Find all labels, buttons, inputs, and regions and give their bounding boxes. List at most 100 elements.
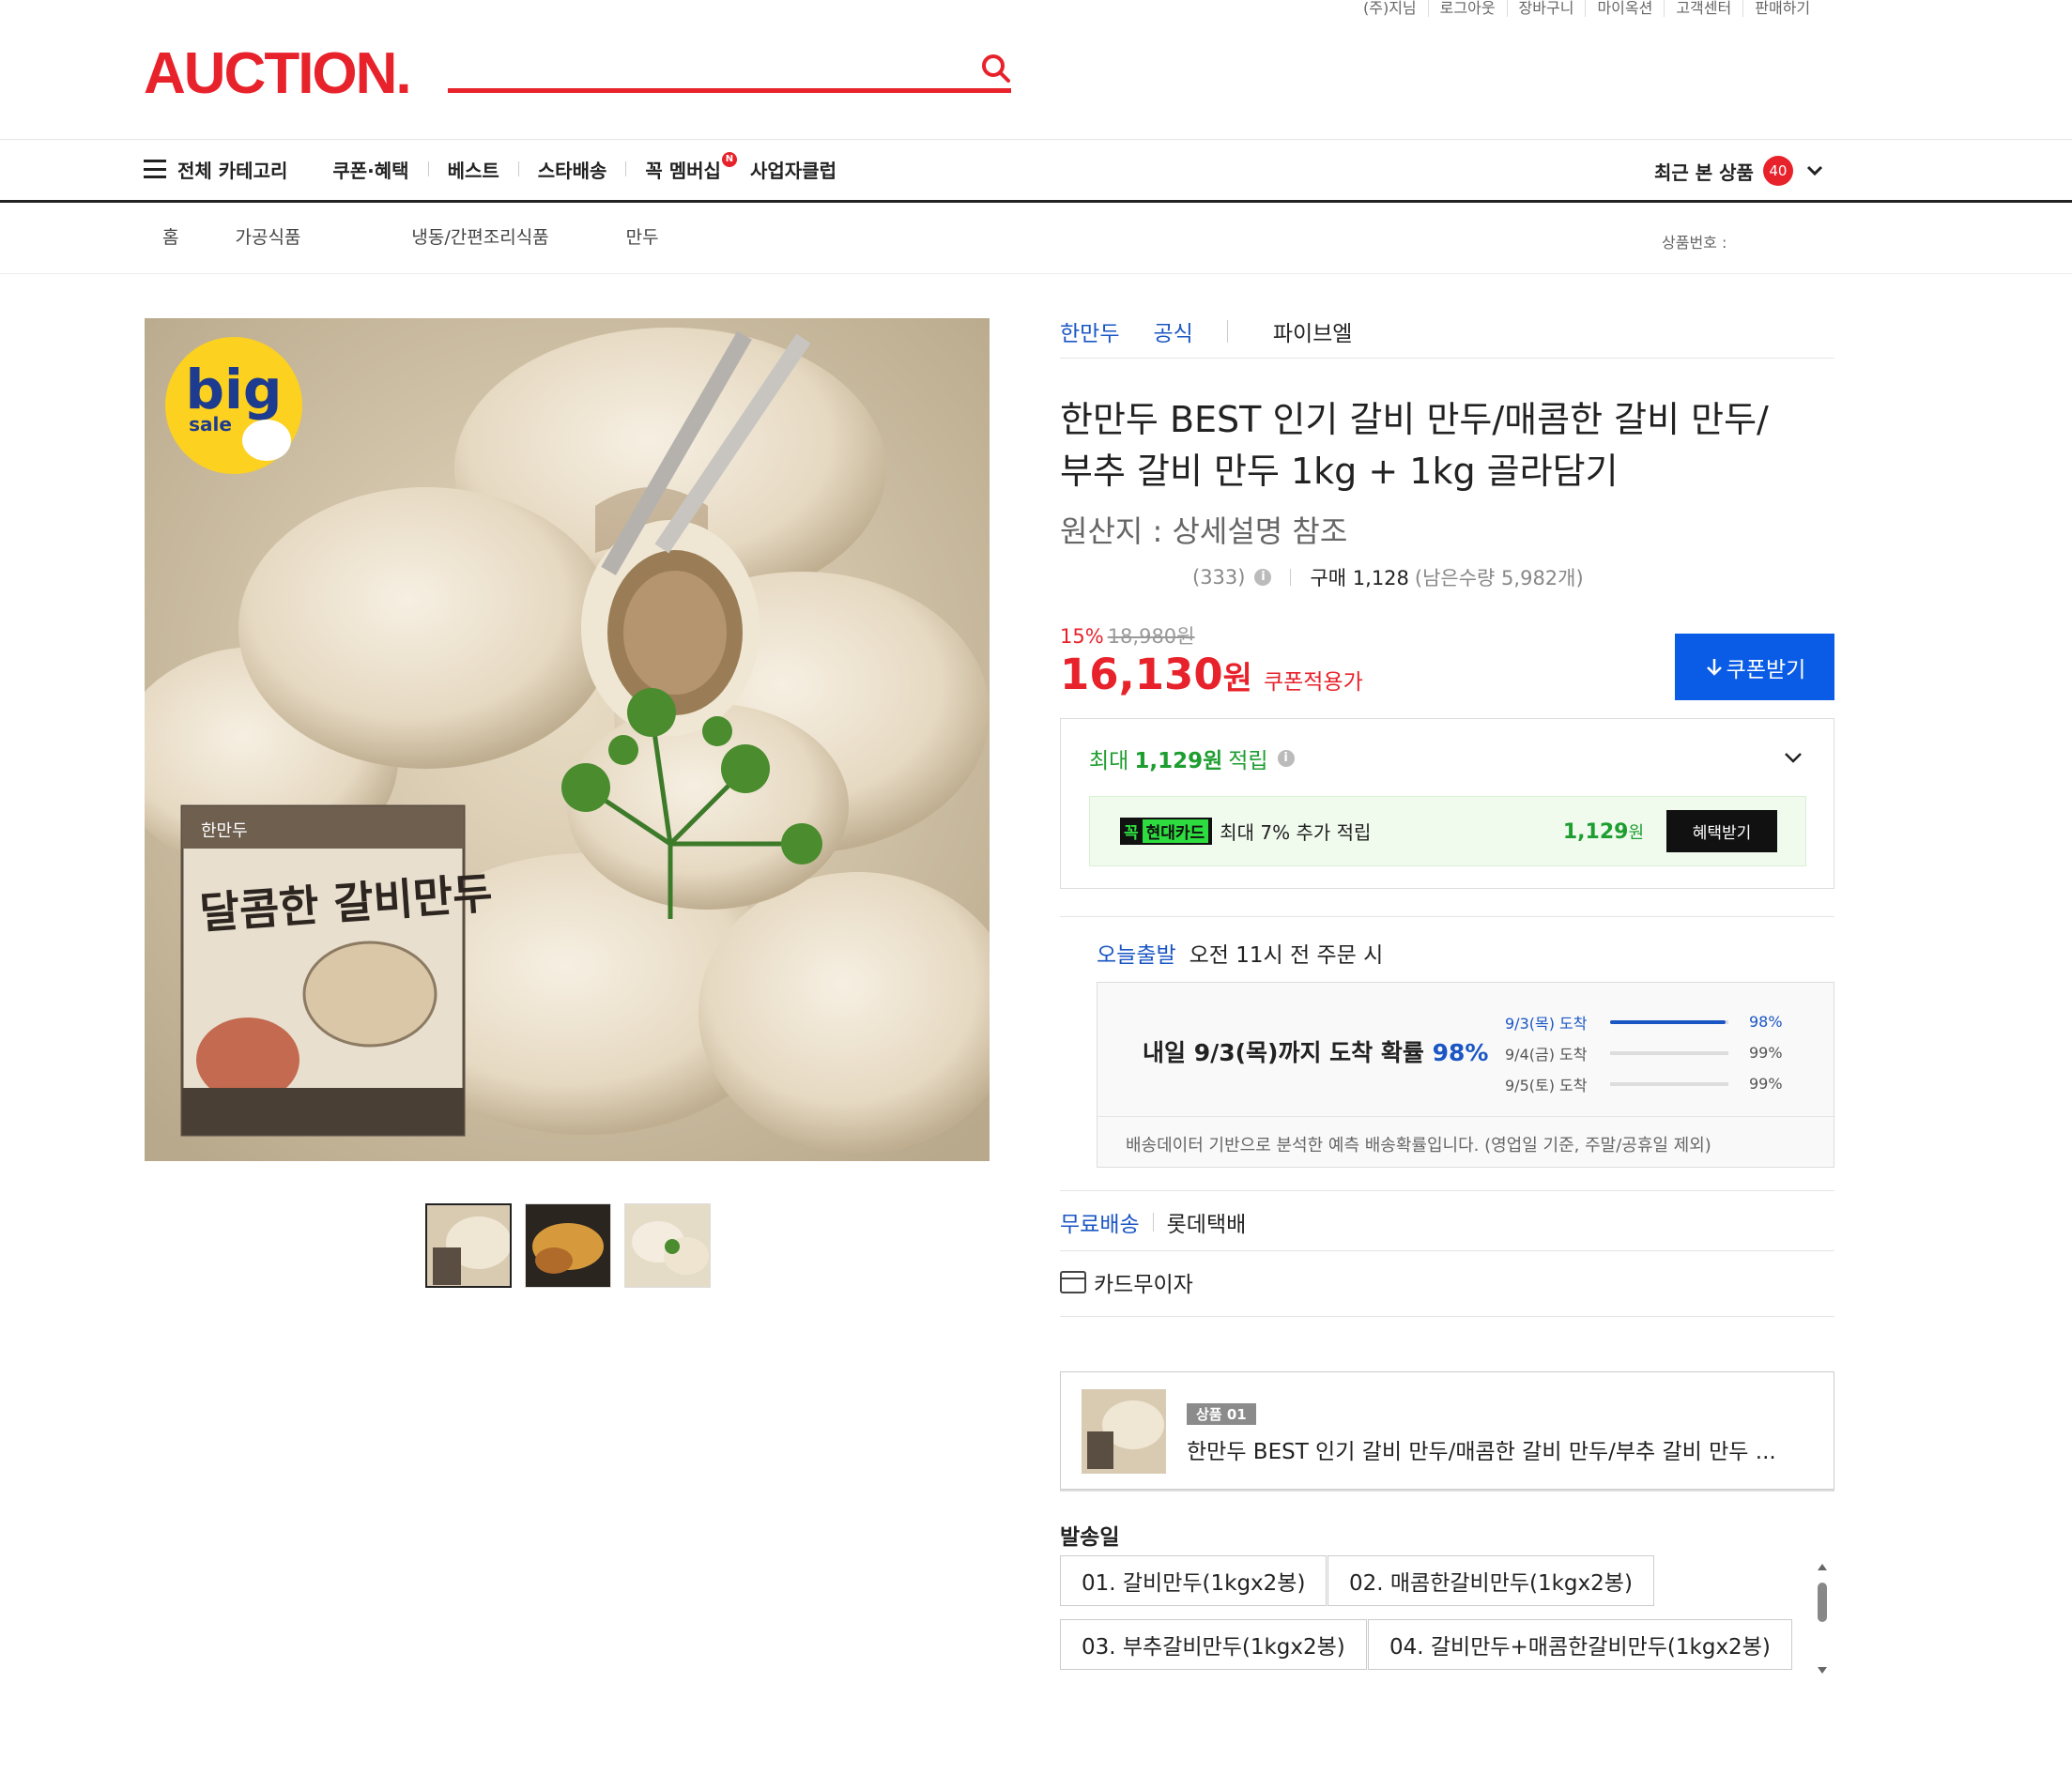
svg-text:한만두: 한만두 xyxy=(201,821,248,841)
scroll-down-icon[interactable] xyxy=(1818,1667,1827,1674)
coupon-download-button[interactable]: 쿠폰받기 xyxy=(1675,634,1834,700)
product-main-image[interactable]: 한만두 달콤한 갈비만두 big sale xyxy=(145,318,990,1161)
coupon-button-label: 쿠폰받기 xyxy=(1726,657,1806,682)
arrival-row: 9/4(금) 도착 99% xyxy=(1505,1044,1783,1063)
arrival-percent: 98% xyxy=(1432,1039,1489,1066)
purchase-count: 구매 1,128 xyxy=(1310,567,1409,589)
product-number: 상품번호 : xyxy=(1662,234,1727,252)
benefit-button[interactable]: 혜택받기 xyxy=(1666,810,1777,852)
reward-prefix: 최대 xyxy=(1089,749,1129,773)
breadcrumb-dumpling[interactable]: 만두 xyxy=(626,223,659,249)
product-tags: 한만두 공식 파이브엘 xyxy=(1060,315,1834,347)
option-2[interactable]: 02. 매콤한갈비만두(1kgx2봉) xyxy=(1328,1555,1654,1606)
product-title: 한만두 BEST 인기 갈비 만두/매콤한 갈비 만두/부추 갈비 만두 1kg… xyxy=(1060,399,1769,492)
hamburger-icon xyxy=(144,160,166,178)
option-scrollbar[interactable] xyxy=(1816,1560,1829,1677)
breadcrumb: 홈 가공식품 냉동/간편조리식품 만두 xyxy=(162,223,715,249)
info-icon[interactable]: i xyxy=(1277,750,1295,767)
carrier-name: 롯데택배 xyxy=(1166,1213,1247,1237)
reward-summary[interactable]: 최대 1,129원 적립 i xyxy=(1089,742,1295,774)
card-reward-text: 최대 7% 추가 적립 xyxy=(1220,821,1372,844)
nav-membership[interactable]: 꼭 멤버십 N xyxy=(645,152,737,183)
nav-separator xyxy=(427,161,429,176)
selected-product-card[interactable]: 상품 01 한만두 BEST 인기 갈비 만두/매콤한 갈비 만두/부추 갈비 … xyxy=(1060,1371,1834,1490)
nav-underline xyxy=(0,200,2072,203)
info-icon[interactable]: i xyxy=(1254,569,1272,586)
tag-seller[interactable]: 파이브엘 xyxy=(1273,315,1353,347)
new-badge: N xyxy=(721,152,737,167)
chevron-down-icon[interactable] xyxy=(1781,745,1805,770)
utility-link-sell[interactable]: 판매하기 xyxy=(1742,0,1821,17)
utility-link-customer-center[interactable]: 고객센터 xyxy=(1664,0,1742,17)
section-divider xyxy=(1060,1190,1834,1191)
credit-card-icon xyxy=(1060,1271,1086,1293)
nav-star-delivery[interactable]: 스타배송 xyxy=(538,156,607,183)
nav-best[interactable]: 베스트 xyxy=(448,156,499,183)
scroll-up-icon[interactable] xyxy=(1818,1564,1827,1570)
search-input[interactable] xyxy=(448,88,1011,93)
breadcrumb-frozen[interactable]: 냉동/간편조리식품 xyxy=(411,223,548,249)
utility-link-cart[interactable]: 장바구니 xyxy=(1506,0,1586,17)
selected-product-thumb xyxy=(1082,1389,1166,1474)
coupon-price-label: 쿠폰적용가 xyxy=(1263,670,1363,695)
rating-separator xyxy=(1290,569,1292,586)
ship-date-label: 발송일 xyxy=(1060,1525,1120,1550)
section-divider xyxy=(1060,916,1834,917)
big-sale-badge: big sale xyxy=(165,337,302,474)
hyundai-card-logo: 꼭 현대카드 xyxy=(1120,818,1213,845)
today-shipping-text: 오전 11시 전 주문 시 xyxy=(1189,943,1384,968)
section-divider xyxy=(1060,1316,1834,1317)
auction-logo[interactable]: AUCTION. xyxy=(144,45,412,103)
recent-viewed-button[interactable]: 최근 본 상품 40 xyxy=(1654,156,1829,186)
card-reward-row: 꼭 현대카드 최대 7% 추가 적립 1,129원 혜택받기 xyxy=(1089,796,1806,866)
discount-percent: 15% xyxy=(1060,625,1104,648)
thumbnail-3[interactable] xyxy=(624,1203,711,1288)
thumbnail-list xyxy=(425,1203,711,1288)
arrival-bar xyxy=(1610,1019,1728,1024)
free-shipping-label: 무료배송 xyxy=(1060,1213,1140,1237)
thumbnail-2[interactable] xyxy=(525,1203,611,1288)
tag-brand[interactable]: 한만두 xyxy=(1060,315,1119,347)
arrival-probability-box: 내일 9/3(목)까지 도착 확률 98% 9/3(목) 도착 98% 9/4(… xyxy=(1097,982,1834,1168)
breadcrumb-home[interactable]: 홈 xyxy=(162,223,178,249)
option-1[interactable]: 01. 갈비만두(1kgx2봉) xyxy=(1060,1555,1328,1606)
arrival-bar xyxy=(1610,1050,1728,1055)
nav-coupon[interactable]: 쿠폰·혜택 xyxy=(332,156,408,183)
arrival-row: 9/5(토) 도착 99% xyxy=(1505,1075,1783,1094)
tag-divider xyxy=(1060,358,1834,359)
shipping-separator xyxy=(1152,1213,1154,1232)
nav-business-club[interactable]: 사업자클럽 xyxy=(750,156,836,183)
price-value: 16,130 xyxy=(1060,650,1223,699)
arrival-headline: 내일 9/3(목)까지 도착 확률 98% xyxy=(1143,1039,1489,1066)
utility-link-logout[interactable]: 로그아웃 xyxy=(1427,0,1507,17)
tag-official[interactable]: 공식 xyxy=(1153,315,1192,347)
breadcrumb-processed-food[interactable]: 가공식품 xyxy=(235,223,300,249)
download-icon xyxy=(1706,658,1722,676)
tag-separator xyxy=(1226,320,1228,343)
card-reward-amount: 1,129원 xyxy=(1562,819,1644,844)
all-category-button[interactable]: 전체 카테고리 xyxy=(144,156,287,183)
option-3[interactable]: 03. 부추갈비만두(1kgx2봉) xyxy=(1060,1619,1367,1670)
review-purchase-info: (333) i 구매 1,128 (남은수량 5,982개) xyxy=(1192,563,1584,591)
card-interest-free-label: 카드무이자 xyxy=(1094,1273,1193,1297)
thumbnail-1[interactable] xyxy=(425,1203,512,1288)
chevron-down-icon xyxy=(1806,165,1822,176)
arrival-row: 9/3(목) 도착 98% xyxy=(1505,1013,1783,1033)
global-nav: 전체 카테고리 쿠폰·혜택 베스트 스타배송 꼭 멤버십 N 사업자클럽 xyxy=(144,152,836,183)
selected-product-name: 한만두 BEST 인기 갈비 만두/매콤한 갈비 만두/부추 갈비 만두 ... xyxy=(1187,1440,1776,1464)
scroll-thumb[interactable] xyxy=(1818,1583,1827,1622)
original-price: 18,980원 xyxy=(1107,625,1195,648)
option-4[interactable]: 04. 갈비만두+매콤한갈비만두(1kgx2봉) xyxy=(1368,1619,1792,1670)
review-count[interactable]: (333) xyxy=(1192,566,1245,589)
svg-text:sale: sale xyxy=(189,413,232,436)
utility-link-myauction[interactable]: 마이옥션 xyxy=(1585,0,1664,17)
utility-link-user[interactable]: (주)지님 xyxy=(1352,0,1428,17)
reward-suffix: 적립 xyxy=(1228,749,1268,773)
search-icon[interactable] xyxy=(980,53,1012,84)
today-shipping: 오늘출발 오전 11시 전 주문 시 xyxy=(1097,937,1383,969)
section-divider xyxy=(1060,1250,1834,1251)
card-interest-free[interactable]: 카드무이자 xyxy=(1060,1266,1834,1298)
nav-membership-label: 꼭 멤버십 xyxy=(645,159,721,182)
recent-count-badge: 40 xyxy=(1762,156,1793,186)
svg-text:big: big xyxy=(186,358,283,421)
